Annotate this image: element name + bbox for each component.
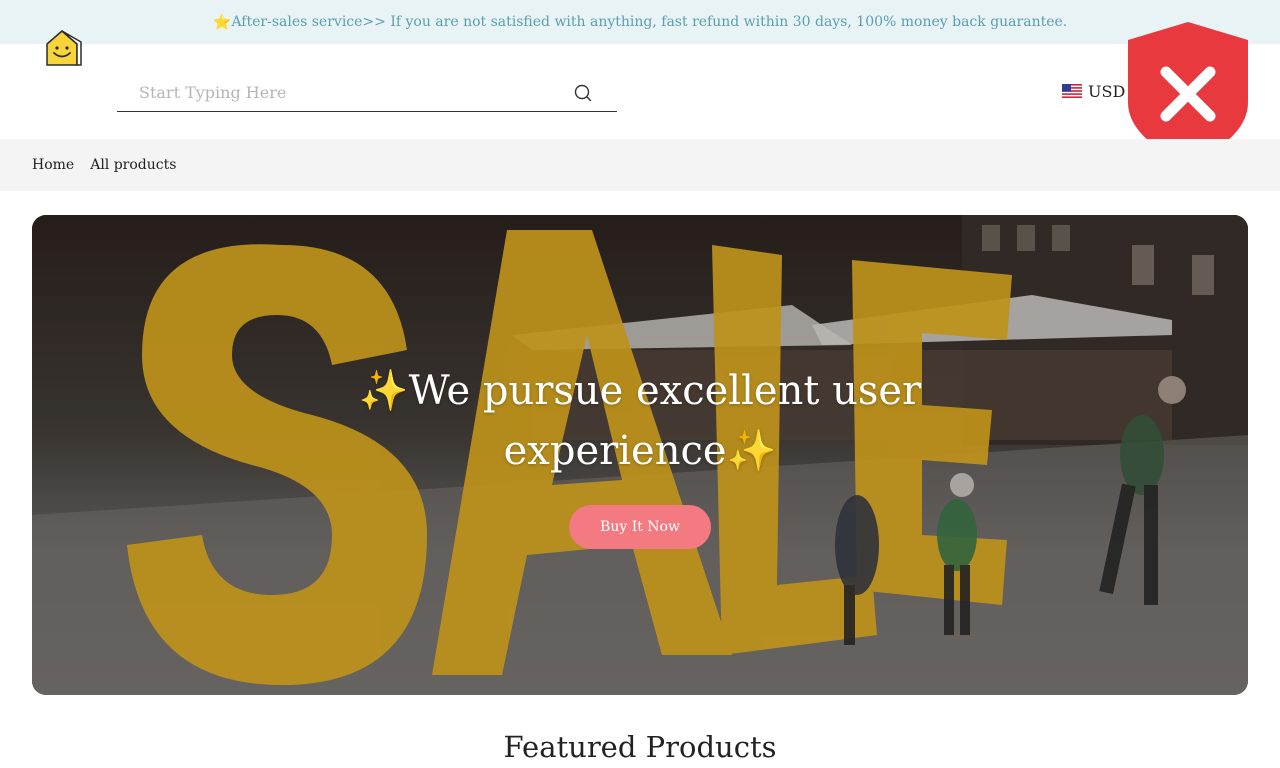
hero-heading: ✨We pursue excellent user experience✨ bbox=[358, 368, 922, 474]
us-flag-icon bbox=[1062, 84, 1082, 98]
nav-item-all-products[interactable]: All products bbox=[90, 157, 176, 173]
hero-banner: ✨We pursue excellent user experience✨ Bu… bbox=[32, 215, 1248, 695]
star-icon: ⭐ bbox=[212, 13, 232, 31]
announcement-bar: ⭐ After-sales service>> If you are not s… bbox=[0, 0, 1280, 44]
site-logo[interactable] bbox=[44, 28, 84, 68]
currency-selector[interactable]: USD bbox=[1062, 80, 1125, 102]
smiley-house-logo bbox=[46, 30, 82, 66]
search-input[interactable] bbox=[117, 78, 557, 106]
search-button[interactable] bbox=[572, 82, 594, 104]
nav-item-home[interactable]: Home bbox=[32, 157, 74, 173]
featured-products-title: Featured Products bbox=[503, 730, 777, 764]
search-icon bbox=[574, 84, 592, 102]
main-nav: Home All products bbox=[0, 139, 1280, 191]
announcement-text: After-sales service>> If you are not sat… bbox=[231, 14, 1068, 30]
currency-label: USD bbox=[1088, 81, 1126, 101]
buy-it-now-button[interactable]: Buy It Now bbox=[569, 505, 711, 549]
